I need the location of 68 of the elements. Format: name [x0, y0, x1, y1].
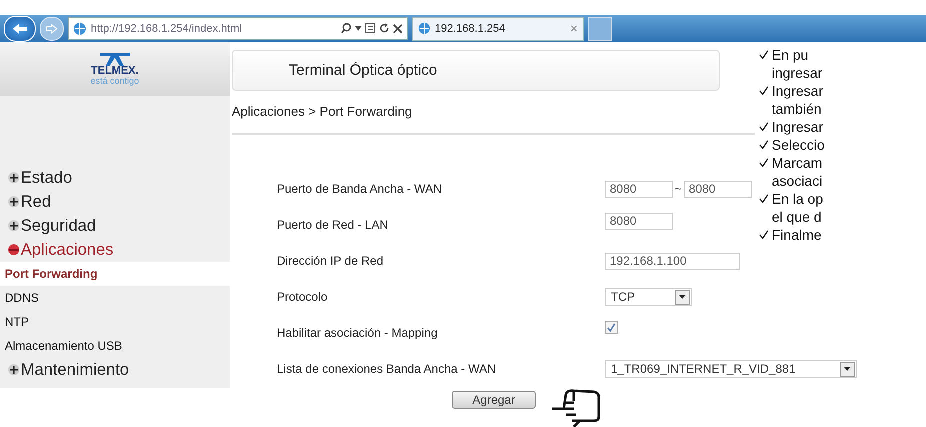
- note-text: Seleccio: [772, 136, 825, 154]
- slogan-text: está contigo: [90, 76, 140, 86]
- forward-button[interactable]: [40, 16, 64, 40]
- plus-icon: [8, 196, 20, 208]
- dropdown-value: TCP: [611, 290, 635, 304]
- menu-section[interactable]: Mantenimiento: [8, 358, 230, 382]
- field-label: Puerto de Red - LAN: [277, 217, 390, 234]
- right-arrow-icon: [46, 24, 58, 34]
- close-icon[interactable]: [393, 24, 403, 34]
- range-separator: ~: [675, 182, 682, 196]
- menu-section[interactable]: Estado: [8, 166, 230, 190]
- input-field[interactable]: 8080: [605, 180, 673, 198]
- dropdown[interactable]: TCP: [605, 288, 692, 306]
- search-icon[interactable]: [341, 23, 352, 34]
- note-text: Ingresar: [772, 82, 824, 100]
- menu-item[interactable]: NTP: [0, 310, 230, 334]
- url-text: http://192.168.1.254/index.html: [91, 22, 242, 34]
- logo-text: TELMEX.: [91, 66, 139, 76]
- note-text: En la op: [772, 190, 824, 208]
- checkmark-icon: [759, 230, 769, 240]
- menu-section[interactable]: Aplicaciones: [8, 238, 230, 262]
- note-text: Finalme: [772, 226, 822, 244]
- field-label: Dirección IP de Red: [277, 253, 384, 270]
- input-field[interactable]: 8080: [684, 180, 752, 198]
- note-text: En pu: [772, 46, 810, 64]
- field-label: Protocolo: [277, 289, 329, 306]
- menu-item[interactable]: DDNS: [0, 286, 230, 310]
- dropdown[interactable]: 1_TR069_INTERNET_R_VID_881: [605, 360, 857, 378]
- plus-icon: [8, 364, 20, 376]
- note-text: Marcam: [772, 154, 823, 172]
- note-text: asociaci: [772, 172, 823, 190]
- input-field[interactable]: 8080: [605, 212, 673, 230]
- menu-item[interactable]: Port Forwarding: [0, 262, 230, 286]
- refresh-icon[interactable]: [379, 23, 390, 34]
- plus-icon: [8, 220, 20, 232]
- caret-icon: [679, 295, 686, 299]
- note-text: el que d: [772, 208, 823, 226]
- field-label: Puerto de Banda Ancha - WAN: [277, 181, 443, 198]
- plus-icon: [8, 172, 20, 184]
- field-label: Lista de conexiones Banda Ancha - WAN: [277, 361, 498, 378]
- caret-icon[interactable]: [355, 26, 362, 31]
- field-label: Habilitar asociación - Mapping: [277, 325, 439, 342]
- menu-section[interactable]: Red: [8, 190, 230, 214]
- caret-icon: [844, 367, 851, 371]
- menu-item[interactable]: Almacenamiento USB: [0, 334, 230, 358]
- checkmark-icon: [759, 194, 769, 204]
- note-text: Ingresar: [772, 118, 824, 136]
- tab-title: 192.168.1.254: [435, 22, 506, 34]
- page-icon[interactable]: [365, 23, 376, 34]
- back-button[interactable]: [4, 16, 36, 42]
- browser-tab[interactable]: 192.168.1.254 ×: [412, 16, 584, 40]
- logo-icon: [100, 52, 130, 66]
- globe-icon: [73, 22, 87, 36]
- left-arrow-icon: [12, 22, 28, 34]
- input-field[interactable]: 192.168.1.100: [605, 252, 740, 270]
- checkmark-icon: [759, 86, 769, 96]
- checkmark-icon: [759, 50, 769, 60]
- menu-section[interactable]: Seguridad: [8, 214, 230, 238]
- add-button[interactable]: Agregar: [452, 391, 536, 409]
- note-text: ingresar: [772, 64, 823, 82]
- breadcrumb: Aplicaciones > Port Forwarding: [232, 90, 755, 135]
- address-bar[interactable]: http://192.168.1.254/index.html: [68, 17, 408, 40]
- note-text: también: [772, 100, 823, 118]
- dropdown-value: 1_TR069_INTERNET_R_VID_881: [611, 362, 796, 376]
- minus-icon: [8, 244, 20, 256]
- checkbox[interactable]: [605, 320, 618, 334]
- header-title: Terminal Óptica óptico: [232, 50, 720, 91]
- globe-icon: [418, 22, 431, 35]
